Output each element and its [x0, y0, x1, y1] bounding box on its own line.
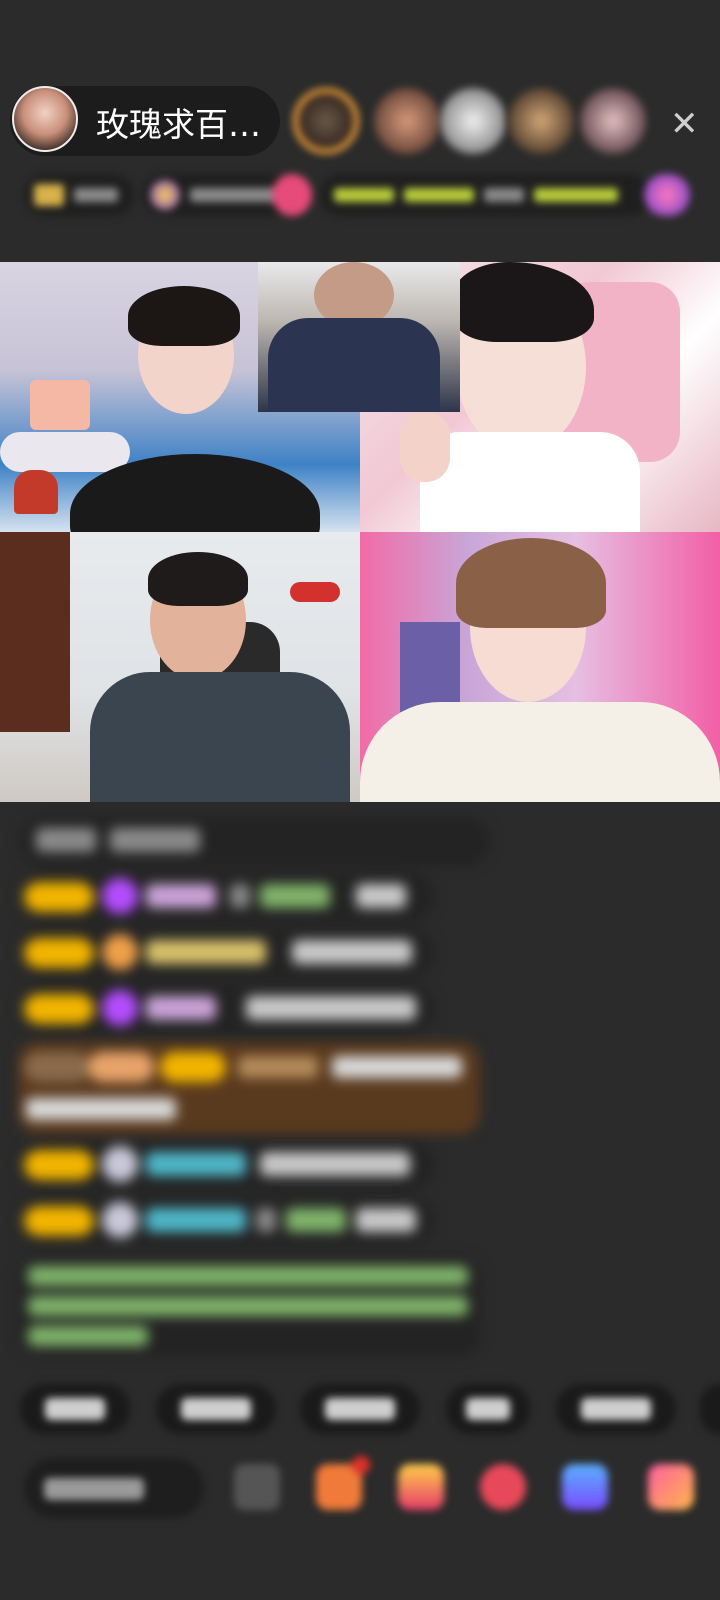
like-icon[interactable]: [480, 1464, 526, 1510]
host-name[interactable]: 玫瑰求百…: [96, 98, 261, 146]
popularity-chip[interactable]: [142, 174, 292, 216]
person-hair: [456, 538, 606, 628]
notification-dot: [352, 1456, 370, 1474]
person-hair: [148, 552, 248, 606]
system-message: [20, 816, 490, 866]
emoji-icon[interactable]: [234, 1464, 280, 1510]
gem-icon: [102, 878, 138, 914]
viewer-avatar[interactable]: [374, 88, 440, 154]
level-badge: [24, 1206, 94, 1236]
chat-message[interactable]: [20, 984, 434, 1034]
host-avatar[interactable]: [12, 86, 78, 152]
top-viewer-avatar[interactable]: [293, 88, 359, 154]
rank-chip[interactable]: [24, 174, 134, 216]
game-icon[interactable]: [562, 1464, 608, 1510]
viewer-avatar[interactable]: [508, 88, 574, 154]
gift-chip[interactable]: [644, 174, 690, 216]
level-badge: [24, 994, 94, 1024]
quick-reply-chip[interactable]: [556, 1384, 676, 1434]
chat-message[interactable]: [20, 872, 434, 922]
treasure-icon[interactable]: [398, 1464, 444, 1510]
balloon-icon: [102, 934, 138, 970]
chat-message[interactable]: [20, 1196, 434, 1246]
person-sweater: [360, 702, 720, 802]
avatar-icon: [102, 1146, 138, 1182]
person-tanktop: [90, 672, 350, 802]
gym-equipment: [290, 582, 340, 602]
person-shirt: [268, 318, 440, 412]
highlight-message[interactable]: [18, 1042, 480, 1134]
gem-icon: [102, 990, 138, 1026]
person-shirt: [420, 432, 640, 532]
quick-reply-chip[interactable]: [446, 1384, 530, 1434]
chat-input[interactable]: [24, 1458, 204, 1518]
quick-reply-chip[interactable]: [156, 1384, 276, 1434]
avatar-icon: [102, 1202, 138, 1238]
more-icon[interactable]: [648, 1464, 694, 1510]
video-tile-guest-3[interactable]: [0, 532, 360, 802]
background-sofa: [0, 432, 130, 472]
level-badge: [24, 1150, 94, 1180]
announcement-message: [18, 1256, 480, 1356]
chat-message[interactable]: [20, 1140, 434, 1190]
close-icon[interactable]: ✕: [670, 104, 699, 144]
marquee-chip[interactable]: [320, 174, 650, 216]
video-tile-guest-4[interactable]: [360, 532, 720, 802]
viewer-avatar[interactable]: [440, 88, 506, 154]
viewer-avatar[interactable]: [580, 88, 646, 154]
person-hair: [454, 262, 594, 342]
video-tile-guest-1[interactable]: [258, 262, 460, 412]
quick-reply-chip[interactable]: [20, 1384, 130, 1434]
room-info-row: [24, 174, 694, 218]
background-painting: [30, 380, 90, 430]
chat-message[interactable]: [20, 928, 434, 978]
city-poster: [400, 622, 460, 712]
quick-reply-chip[interactable]: [700, 1384, 720, 1434]
badge-chip[interactable]: [272, 174, 312, 216]
horse-toy: [14, 470, 58, 514]
level-badge: [24, 938, 94, 968]
person-hair: [128, 286, 240, 346]
person-hand: [400, 412, 450, 482]
background-door: [0, 532, 70, 732]
level-badge: [24, 882, 94, 912]
quick-reply-chip[interactable]: [300, 1384, 420, 1434]
chat-list[interactable]: [0, 810, 720, 1370]
